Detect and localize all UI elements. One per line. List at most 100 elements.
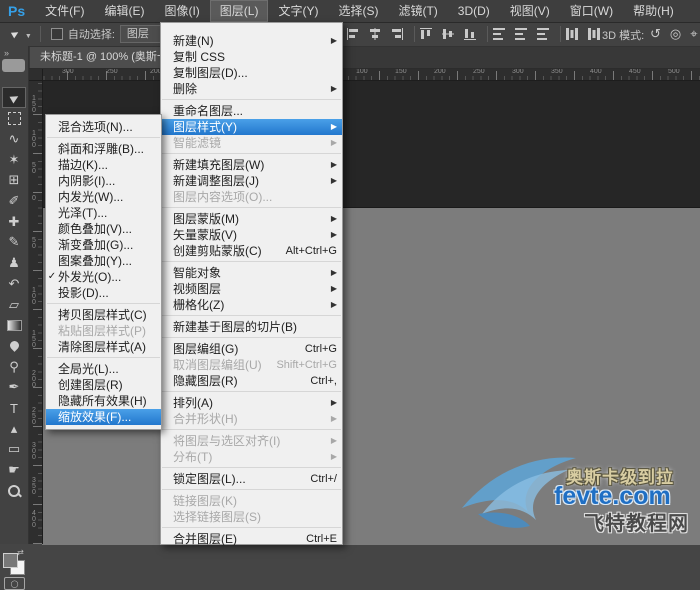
auto-select-dropdown[interactable]: 图层 (120, 25, 164, 43)
distribute-vertical-icon[interactable] (586, 26, 603, 42)
menu-item[interactable]: 内阴影(I)... (46, 173, 161, 189)
align-bottom-edges-icon[interactable] (462, 26, 479, 42)
toolbar-grip[interactable] (2, 59, 25, 72)
auto-select-checkbox[interactable] (51, 28, 63, 40)
menu-item[interactable]: 将图层与选区对齐(I)▶ (161, 433, 342, 449)
menu-item[interactable]: 新建填充图层(W)▶ (161, 157, 342, 173)
foreground-color-swatch[interactable] (3, 553, 18, 568)
menubar-item[interactable]: 图像(I) (154, 0, 209, 22)
clone-stamp-tool-icon[interactable]: ♟ (3, 254, 25, 273)
menu-item[interactable]: 清除图层样式(A) (46, 339, 161, 355)
distribute-horizontal-icon[interactable] (564, 26, 581, 42)
rectangle-tool-icon[interactable]: ▭ (3, 440, 25, 459)
distribute-vertical-centers-icon[interactable] (513, 26, 530, 42)
menu-item[interactable]: 图案叠加(Y)... (46, 253, 161, 269)
move-tool-icon[interactable]: ► (3, 88, 25, 107)
menu-item[interactable]: 粘贴图层样式(P) (46, 323, 161, 339)
document-tab[interactable]: 未标题-1 @ 100% (奥斯卡 (30, 46, 179, 68)
menubar-item[interactable]: 帮助(H) (623, 0, 684, 22)
menu-item[interactable]: 删除▶ (161, 81, 342, 97)
menu-item[interactable]: 链接图层(K) (161, 493, 342, 509)
menubar-item[interactable]: 编辑(E) (94, 0, 154, 22)
menu-item[interactable]: 创建图层(R) (46, 377, 161, 393)
quick-selection-tool-icon[interactable]: ✶ (3, 150, 25, 169)
menu-item[interactable]: 分布(T)▶ (161, 449, 342, 465)
crop-tool-icon[interactable]: ⊞ (3, 171, 25, 190)
menu-item[interactable]: 图层蒙版(M)▶ (161, 211, 342, 227)
type-tool-icon[interactable]: T (3, 399, 25, 418)
menu-item[interactable]: 图层内容选项(O)... (161, 189, 342, 205)
collapse-toolbar-icon[interactable]: » (4, 48, 10, 58)
menubar-item[interactable]: 窗口(W) (560, 0, 623, 22)
menu-item[interactable]: 新建基于图层的切片(B) (161, 319, 342, 335)
align-left-edges-icon[interactable] (345, 26, 362, 42)
align-vertical-centers-icon[interactable] (440, 26, 457, 42)
menu-item[interactable]: 描边(K)... (46, 157, 161, 173)
menu-item[interactable]: 智能滤镜▶ (161, 135, 342, 151)
menubar-item[interactable]: 选择(S) (328, 0, 388, 22)
menu-item[interactable]: 新建(N)▶ (161, 33, 342, 49)
blur-tool-icon[interactable] (3, 336, 25, 355)
3d-orbit-icon[interactable]: ↺ (650, 26, 661, 42)
healing-brush-tool-icon[interactable]: ✚ (3, 212, 25, 231)
menubar-item[interactable]: 图层(L) (210, 0, 269, 22)
menu-item[interactable]: 隐藏图层(R)Ctrl+, (161, 373, 342, 389)
align-top-edges-icon[interactable] (418, 26, 435, 42)
menu-item[interactable]: 栅格化(Z)▶ (161, 297, 342, 313)
menu-item[interactable]: 视频图层▶ (161, 281, 342, 297)
distribute-top-edges-icon[interactable] (491, 26, 508, 42)
menu-item[interactable]: 矢量蒙版(V)▶ (161, 227, 342, 243)
lasso-tool-icon[interactable]: ∿ (3, 129, 25, 148)
distribute-bottom-edges-icon[interactable] (535, 26, 552, 42)
menu-item[interactable]: 智能对象▶ (161, 265, 342, 281)
menu-item[interactable]: 创建剪贴蒙版(C)Alt+Ctrl+G (161, 243, 342, 259)
menu-item[interactable]: 排列(A)▶ (161, 395, 342, 411)
marquee-tool-icon[interactable] (3, 109, 25, 128)
hand-tool-icon[interactable]: ☛ (3, 461, 25, 480)
align-horizontal-centers-icon[interactable] (367, 26, 384, 42)
menubar-item[interactable]: 视图(V) (500, 0, 560, 22)
menubar-item[interactable]: 文字(Y) (268, 0, 328, 22)
eraser-tool-icon[interactable]: ▱ (3, 295, 25, 314)
color-swatches[interactable]: ⇄ (2, 551, 26, 575)
menu-item[interactable]: 新建调整图层(J)▶ (161, 173, 342, 189)
brush-tool-icon[interactable]: ✎ (3, 233, 25, 252)
screen-mode-button[interactable]: ◯ (4, 577, 25, 590)
menu-item[interactable]: ✓外发光(O)... (46, 269, 161, 285)
menu-item[interactable]: 选择链接图层(S) (161, 509, 342, 525)
dodge-tool-icon[interactable]: ⚲ (3, 357, 25, 376)
gradient-tool-icon[interactable] (3, 316, 25, 335)
eyedropper-tool-icon[interactable]: ✐ (3, 192, 25, 211)
menu-item[interactable]: 颜色叠加(V)... (46, 221, 161, 237)
menu-item[interactable]: 缩放效果(F)... (46, 409, 161, 425)
menu-item[interactable]: 图层样式(Y)▶ (161, 119, 342, 135)
menu-item[interactable]: 重命名图层... (161, 103, 342, 119)
path-selection-tool-icon[interactable]: ▴ (3, 419, 25, 438)
menubar-item[interactable]: 3D(D) (448, 0, 500, 22)
menu-item[interactable]: 隐藏所有效果(H) (46, 393, 161, 409)
menu-item[interactable]: 复制图层(D)... (161, 65, 342, 81)
align-right-edges-icon[interactable] (389, 26, 406, 42)
menu-item[interactable]: 混合选项(N)... (46, 119, 161, 135)
menu-item[interactable]: 内发光(W)... (46, 189, 161, 205)
3d-roll-icon[interactable]: ◎ (670, 26, 681, 42)
vertical-ruler[interactable]: 15010050050100150200250300350400 (28, 80, 43, 544)
tool-preset-caret-icon[interactable]: ▼ (25, 33, 32, 40)
menu-item[interactable]: 合并形状(H)▶ (161, 411, 342, 427)
menu-item[interactable]: 取消图层编组(U)Shift+Ctrl+G (161, 357, 342, 373)
menu-item[interactable]: 复制 CSS (161, 49, 342, 65)
3d-drag-icon[interactable]: ⌖ (690, 26, 697, 42)
menu-item[interactable]: 渐变叠加(G)... (46, 237, 161, 253)
swap-colors-icon[interactable]: ⇄ (17, 548, 24, 557)
pen-tool-icon[interactable]: ✒ (3, 378, 25, 397)
horizontal-ruler[interactable]: 300250200100150200250300350400450500 (28, 68, 700, 81)
menu-item[interactable]: 斜面和浮雕(B)... (46, 141, 161, 157)
menu-item[interactable]: 拷贝图层样式(C) (46, 307, 161, 323)
menubar-item[interactable]: 文件(F) (35, 0, 94, 22)
menu-item[interactable]: 投影(D)... (46, 285, 161, 301)
menu-item[interactable]: 锁定图层(L)...Ctrl+/ (161, 471, 342, 487)
history-brush-tool-icon[interactable]: ↶ (3, 274, 25, 293)
menubar-item[interactable]: 滤镜(T) (388, 0, 447, 22)
menu-item[interactable]: 光泽(T)... (46, 205, 161, 221)
menu-item[interactable]: 合并图层(E)Ctrl+E (161, 531, 342, 547)
